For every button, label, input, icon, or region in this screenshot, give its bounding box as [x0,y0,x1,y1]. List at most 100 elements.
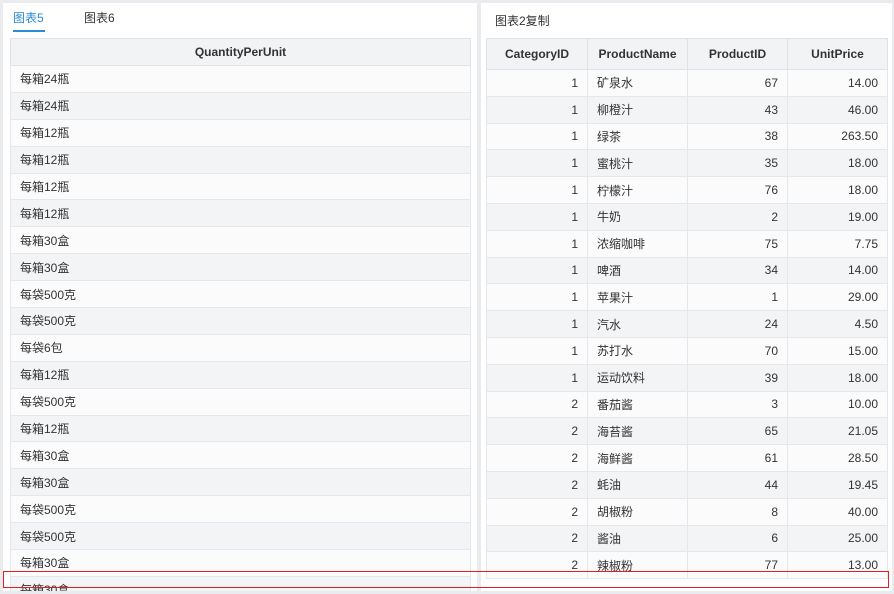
table-row[interactable]: 每箱12瓶 [10,145,471,174]
table-row[interactable]: 每箱12瓶 [10,172,471,201]
product-name-cell: 蚝油 [587,470,688,499]
table-row[interactable]: 1 苹果汁 1 29.00 [486,283,888,312]
table-row[interactable]: 1 柳橙汁 43 46.00 [486,95,888,124]
table-row[interactable]: 每箱24瓶 [10,65,471,93]
product-id-cell: 43 [687,95,788,124]
column-header-product-id[interactable]: ProductID [687,38,788,70]
table-row[interactable]: 2 海苔酱 65 21.05 [486,417,888,446]
category-id-cell: 2 [486,551,588,580]
table-row[interactable]: 每袋500克 [10,387,471,416]
chart2-copy-panel: 图表2复制 CategoryID ProductName ProductID U… [481,3,892,591]
quantity-cell: 每箱12瓶 [10,172,471,201]
table-row[interactable]: 每箱12瓶 [10,118,471,147]
table-row[interactable]: 每袋500克 [10,495,471,524]
table-row[interactable]: 2 海鲜酱 61 28.50 [486,444,888,472]
table-row[interactable]: 1 蜜桃汁 35 18.00 [486,149,888,178]
table-row[interactable]: 1 苏打水 70 15.00 [486,336,888,365]
table-row[interactable]: 每箱30盒 [10,575,471,591]
table-row[interactable]: 2 蚝油 44 19.45 [486,470,888,499]
product-name-cell: 胡椒粉 [587,497,688,526]
product-id-cell: 8 [687,497,788,526]
product-name-cell: 浓缩咖啡 [587,229,688,258]
unit-price-cell: 13.00 [787,551,888,580]
product-id-cell: 44 [687,470,788,499]
quantity-cell: 每袋500克 [10,387,471,416]
product-name-cell: 辣椒粉 [587,551,688,580]
table-row[interactable]: 1 浓缩咖啡 75 7.75 [486,229,888,258]
product-id-cell: 38 [687,122,788,151]
panel-title: 图表2复制 [495,14,550,28]
category-id-cell: 1 [486,149,588,178]
table-row[interactable]: 1 啤酒 34 14.00 [486,256,888,285]
chart5-panel: 图表5 图表6 QuantityPerUnit 每箱24瓶 每箱24瓶 每箱12瓶每… [3,3,477,591]
product-id-cell: 75 [687,229,788,258]
tab-chart6[interactable]: 图表6 [84,11,115,25]
quantity-cell: 每箱30盒 [10,226,471,255]
quantity-cell: 每袋6包 [10,333,471,362]
product-table: CategoryID ProductName ProductID UnitPri… [486,38,888,580]
table-row[interactable]: 每箱24瓶 [10,91,471,120]
category-id-cell: 2 [486,470,588,499]
unit-price-cell: 15.00 [787,336,888,365]
table-row[interactable]: 每箱12瓶 [10,360,471,389]
product-id-cell: 34 [687,256,788,285]
table-row[interactable]: 每箱30盒 [10,468,471,497]
unit-price-cell: 7.75 [787,229,888,258]
tab-chart5[interactable]: 图表5 [13,11,44,25]
table-row[interactable]: 每箱12瓶 [10,414,471,443]
table-row[interactable]: 1 运动饮料 39 18.00 [486,363,888,392]
quantity-cell: 每袋500克 [10,280,471,309]
unit-price-cell: 40.00 [787,497,888,526]
product-id-cell: 1 [687,283,788,312]
table-row[interactable]: 2 辣椒粉 77 13.00 [486,551,888,580]
column-header-product-name[interactable]: ProductName [587,38,688,70]
unit-price-cell: 14.00 [787,256,888,285]
category-id-cell: 1 [486,176,588,204]
table-row[interactable]: 1 柠檬汁 76 18.00 [486,176,888,204]
table-row[interactable]: 1 汽水 24 4.50 [486,310,888,338]
table-row[interactable]: 2 胡椒粉 8 40.00 [486,497,888,526]
product-name-cell: 酱油 [587,524,688,553]
product-id-cell: 70 [687,336,788,365]
product-name-cell: 汽水 [587,310,688,338]
category-id-cell: 1 [486,283,588,312]
product-id-cell: 24 [687,310,788,338]
product-name-cell: 番茄酱 [587,390,688,419]
table-row[interactable]: 每袋500克 [10,307,471,335]
quantity-cell: 每箱30盒 [10,549,471,577]
quantity-cell: 每箱30盒 [10,253,471,282]
quantity-cell: 每箱12瓶 [10,145,471,174]
table-row[interactable]: 每袋6包 [10,333,471,362]
table-row[interactable]: 每箱12瓶 [10,199,471,228]
category-id-cell: 1 [486,202,588,231]
table-row[interactable]: 每袋500克 [10,280,471,309]
quantity-cell: 每箱30盒 [10,441,471,470]
product-name-cell: 牛奶 [587,202,688,231]
product-name-cell: 矿泉水 [587,69,688,97]
table-row[interactable]: 每箱30盒 [10,253,471,282]
product-id-cell: 35 [687,149,788,178]
table-row[interactable]: 1 矿泉水 67 14.00 [486,69,888,97]
unit-price-cell: 18.00 [787,363,888,392]
unit-price-cell: 4.50 [787,310,888,338]
category-id-cell: 1 [486,310,588,338]
table-row[interactable]: 每袋500克 [10,522,471,551]
product-name-cell: 柳橙汁 [587,95,688,124]
table-row[interactable]: 1 牛奶 2 19.00 [486,202,888,231]
table-row[interactable]: 每箱30盒 [10,549,471,577]
table-row[interactable]: 2 番茄酱 3 10.00 [486,390,888,419]
category-id-cell: 1 [486,363,588,392]
column-header-quantity-per-unit[interactable]: QuantityPerUnit [10,38,471,66]
column-header-category-id[interactable]: CategoryID [486,38,588,70]
table-row[interactable]: 2 酱油 6 25.00 [486,524,888,553]
category-id-cell: 1 [486,95,588,124]
table-row[interactable]: 每箱30盒 [10,226,471,255]
product-id-cell: 67 [687,69,788,97]
product-name-cell: 海苔酱 [587,417,688,446]
unit-price-cell: 28.50 [787,444,888,472]
table-row[interactable]: 每箱30盒 [10,441,471,470]
category-id-cell: 1 [486,69,588,97]
table-row[interactable]: 1 绿茶 38 263.50 [486,122,888,151]
column-header-unit-price[interactable]: UnitPrice [787,38,888,70]
product-id-cell: 65 [687,417,788,446]
